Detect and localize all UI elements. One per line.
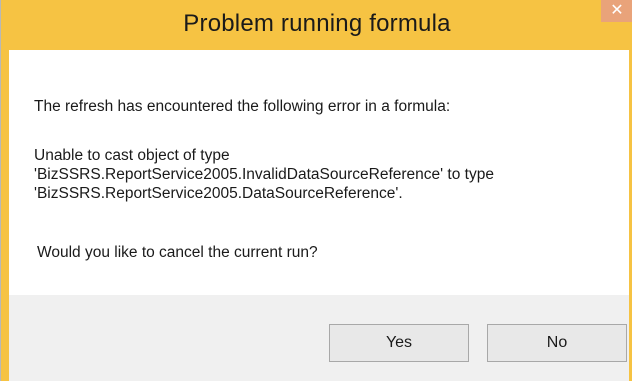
question-text: Would you like to cancel the current run…: [37, 244, 318, 261]
close-button[interactable]: ✕: [601, 0, 632, 22]
yes-button[interactable]: Yes: [329, 324, 469, 362]
error-intro-text: The refresh has encountered the followin…: [34, 98, 451, 115]
error-detail-line-1: Unable to cast object of type: [34, 147, 230, 164]
error-detail-line-3: 'BizSSRS.ReportService2005.DataSourceRef…: [34, 185, 403, 202]
error-detail-line-2: 'BizSSRS.ReportService2005.InvalidDataSo…: [34, 166, 494, 183]
dialog-window: Problem running formula ✕ The refresh ha…: [0, 0, 632, 381]
close-icon: ✕: [610, 2, 624, 19]
dialog-title: Problem running formula: [183, 10, 451, 37]
title-bar[interactable]: Problem running formula ✕: [1, 0, 632, 50]
message-area: The refresh has encountered the followin…: [9, 50, 629, 295]
button-bar: Yes No: [9, 295, 629, 381]
no-button[interactable]: No: [487, 324, 627, 362]
